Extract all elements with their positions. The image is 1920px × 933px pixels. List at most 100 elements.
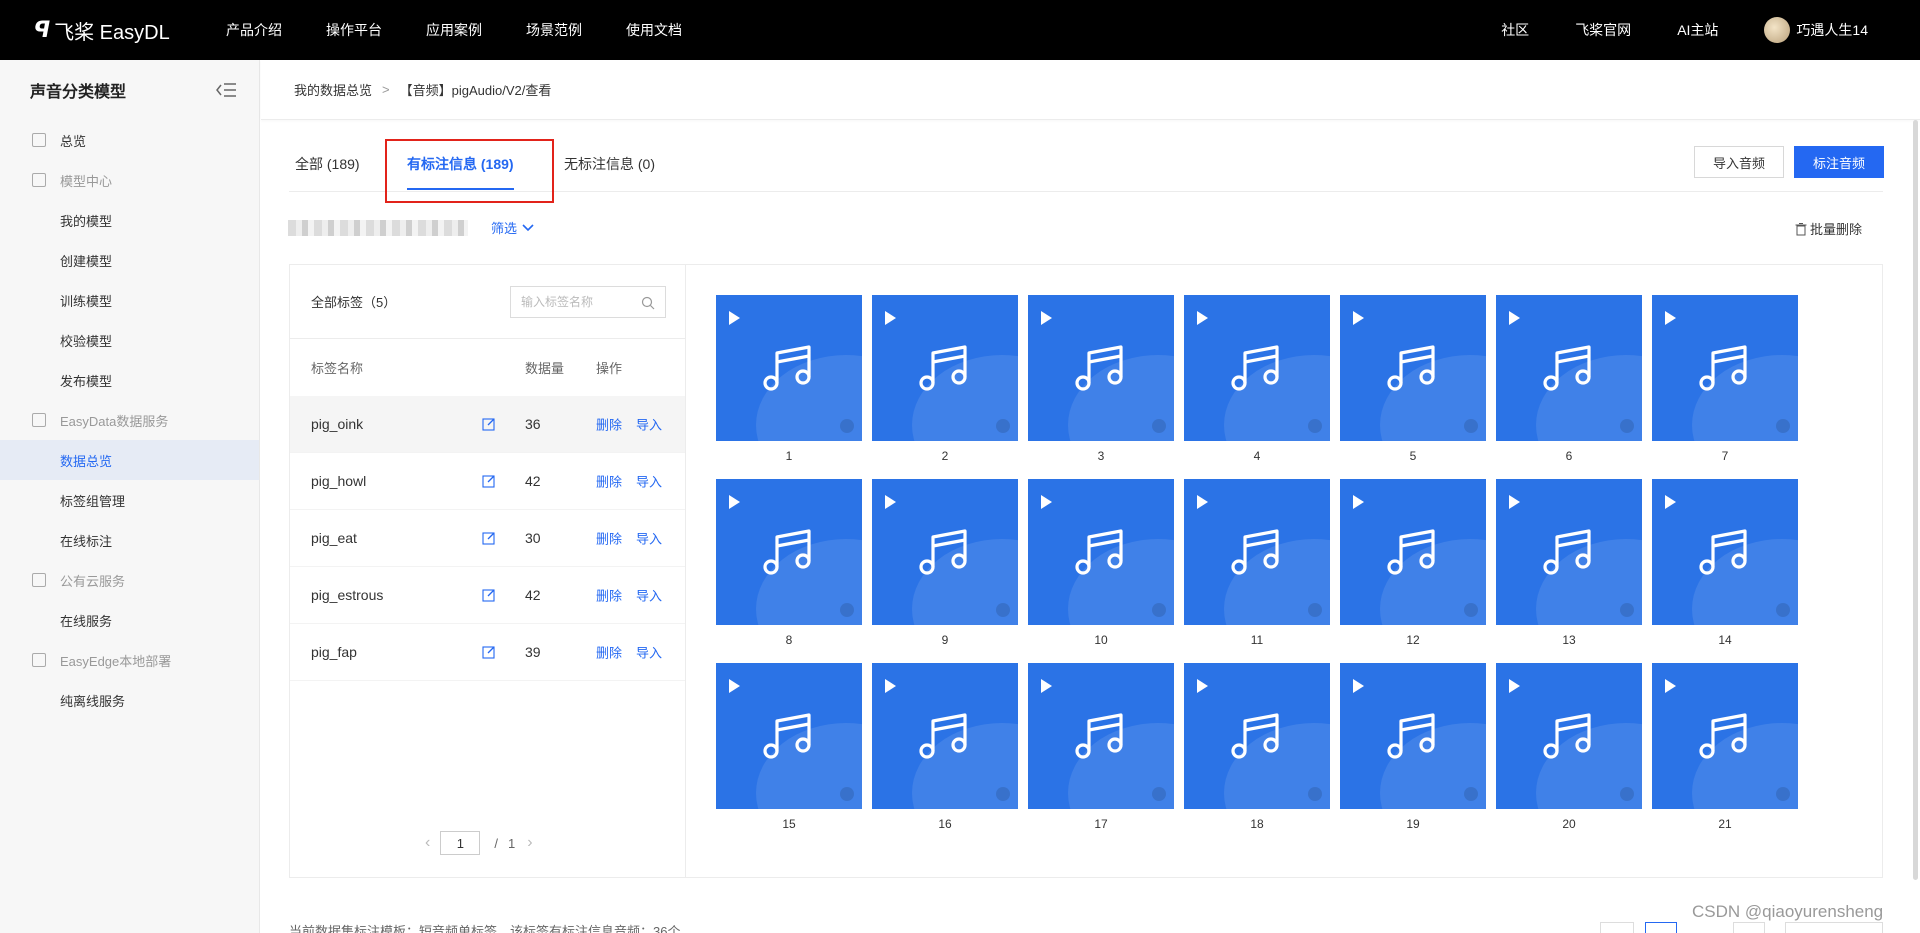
play-icon[interactable] [1197,311,1208,325]
audio-tile[interactable] [1028,479,1174,625]
play-icon[interactable] [885,311,896,325]
import-label-link[interactable]: 导入 [636,472,662,491]
play-icon[interactable] [1353,311,1364,325]
audio-tile[interactable] [1340,295,1486,441]
tab-all[interactable]: 全部 (189) [295,136,360,192]
filter-dropdown[interactable]: 筛选 [491,218,535,237]
footer-pager-button[interactable] [1645,922,1677,933]
footer-pager-button[interactable] [1733,922,1765,933]
nav-item-docs[interactable]: 使用文档 [626,20,682,40]
play-icon[interactable] [729,495,740,509]
edit-icon[interactable] [482,531,496,545]
play-icon[interactable] [1197,679,1208,693]
audio-tile[interactable] [1652,295,1798,441]
edit-icon[interactable] [482,474,496,488]
label-search-input[interactable] [521,295,631,309]
user-menu[interactable]: 巧遇人生14 [1764,17,1868,43]
import-audio-button[interactable]: 导入音频 [1694,146,1784,178]
sidebar-item-validate-model[interactable]: 校验模型 [0,320,259,360]
sidebar-group-public-cloud[interactable]: 公有云服务 [0,560,259,600]
footer-pager-button[interactable] [1600,922,1634,933]
sidebar-item-online-service[interactable]: 在线服务 [0,600,259,640]
play-icon[interactable] [1041,495,1052,509]
audio-tile[interactable] [1184,479,1330,625]
audio-tile[interactable] [1184,663,1330,809]
audio-tile[interactable] [872,479,1018,625]
sidebar-item-publish-model[interactable]: 发布模型 [0,360,259,400]
tab-unlabeled[interactable]: 无标注信息 (0) [564,136,655,192]
search-icon[interactable] [641,296,655,310]
audio-tile[interactable] [1028,663,1174,809]
play-icon[interactable] [1509,495,1520,509]
sidebar-group-overview[interactable]: 总览 [0,120,259,160]
audio-tile[interactable] [1340,663,1486,809]
play-icon[interactable] [729,311,740,325]
nav-item-community[interactable]: 社区 [1501,20,1529,40]
label-search-box[interactable] [510,286,666,318]
delete-label-link[interactable]: 删除 [596,529,622,548]
import-label-link[interactable]: 导入 [636,415,662,434]
play-icon[interactable] [1197,495,1208,509]
play-icon[interactable] [1353,679,1364,693]
audio-tile[interactable] [716,663,862,809]
play-icon[interactable] [1041,679,1052,693]
play-icon[interactable] [1353,495,1364,509]
delete-label-link[interactable]: 删除 [596,643,622,662]
audio-tile[interactable] [1340,479,1486,625]
sidebar-item-train-model[interactable]: 训练模型 [0,280,259,320]
page-input[interactable]: 1 [440,831,481,855]
audio-tile[interactable] [1028,295,1174,441]
edit-icon[interactable] [482,417,496,431]
play-icon[interactable] [885,495,896,509]
import-label-link[interactable]: 导入 [636,586,662,605]
breadcrumb-root[interactable]: 我的数据总览 [294,80,372,99]
delete-label-link[interactable]: 删除 [596,586,622,605]
audio-tile[interactable] [1496,295,1642,441]
nav-item-ai-site[interactable]: AI主站 [1677,20,1718,40]
delete-label-link[interactable]: 删除 [596,415,622,434]
nav-item-scenarios[interactable]: 场景范例 [526,20,582,40]
audio-tile[interactable] [1652,663,1798,809]
audio-tile[interactable] [872,295,1018,441]
sidebar-group-easydata[interactable]: EasyData数据服务 [0,400,259,440]
sidebar-item-online-annotation[interactable]: 在线标注 [0,520,259,560]
audio-tile[interactable] [716,295,862,441]
nav-item-product[interactable]: 产品介绍 [226,20,282,40]
collapse-sidebar-icon[interactable] [215,82,237,98]
easydl-logo[interactable]: ꟼ 飞桨 EasyDL [34,16,184,45]
sidebar-group-model-center[interactable]: 模型中心 [0,160,259,200]
audio-tile[interactable] [1652,479,1798,625]
play-icon[interactable] [885,679,896,693]
label-row[interactable]: pig_fap 39 删除 导入 [290,624,685,681]
play-icon[interactable] [1509,679,1520,693]
label-row[interactable]: pig_howl 42 删除 导入 [290,453,685,510]
audio-tile[interactable] [872,663,1018,809]
page-scrollbar[interactable] [1913,120,1918,880]
play-icon[interactable] [1041,311,1052,325]
footer-pager-button[interactable] [1785,922,1883,933]
label-row[interactable]: pig_estrous 42 删除 导入 [290,567,685,624]
audio-tile[interactable] [716,479,862,625]
next-page-icon[interactable]: › [527,834,532,852]
play-icon[interactable] [1665,311,1676,325]
play-icon[interactable] [1509,311,1520,325]
import-label-link[interactable]: 导入 [636,529,662,548]
audio-tile[interactable] [1184,295,1330,441]
audio-tile[interactable] [1496,479,1642,625]
sidebar-group-easyedge[interactable]: EasyEdge本地部署 [0,640,259,680]
sidebar-item-offline-service[interactable]: 纯离线服务 [0,680,259,720]
edit-icon[interactable] [482,588,496,602]
play-icon[interactable] [1665,679,1676,693]
play-icon[interactable] [1665,495,1676,509]
import-label-link[interactable]: 导入 [636,643,662,662]
batch-delete-button[interactable]: 批量删除 [1794,219,1862,238]
sidebar-item-data-overview[interactable]: 数据总览 [0,440,259,480]
audio-tile[interactable] [1496,663,1642,809]
delete-label-link[interactable]: 删除 [596,472,622,491]
prev-page-icon[interactable]: ‹ [425,834,430,852]
annotate-audio-button[interactable]: 标注音频 [1794,146,1884,178]
sidebar-item-create-model[interactable]: 创建模型 [0,240,259,280]
sidebar-item-label-groups[interactable]: 标签组管理 [0,480,259,520]
play-icon[interactable] [729,679,740,693]
label-row[interactable]: pig_oink 36 删除 导入 [290,396,685,453]
